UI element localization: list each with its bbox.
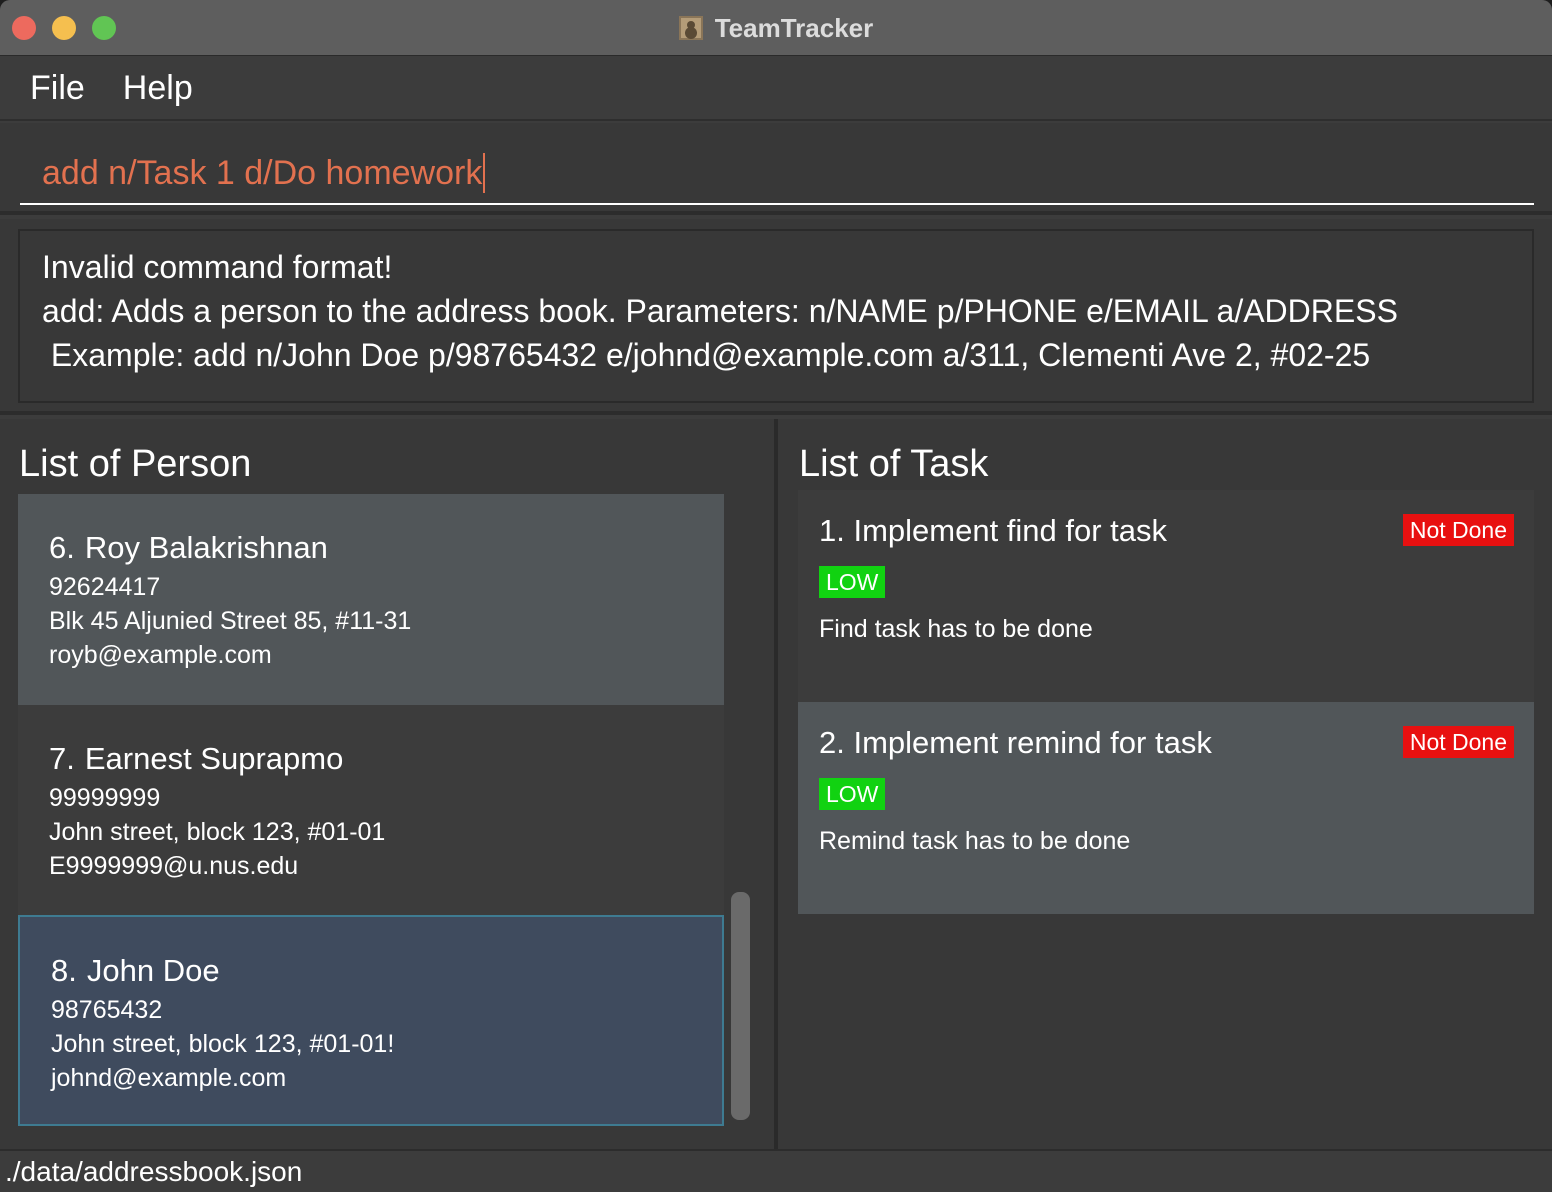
result-line: Example: add n/John Doe p/98765432 e/joh… xyxy=(42,337,1371,373)
person-phone: 99999999 xyxy=(49,784,161,812)
person-card[interactable]: 6. Roy Balakrishnan 92624417 Blk 45 Aljun… xyxy=(18,494,724,705)
save-location-path: ./data/addressbook.json xyxy=(5,1155,303,1187)
person-list-title: List of Person xyxy=(19,443,252,485)
task-status-badge: Not Done xyxy=(1402,514,1514,546)
person-index: 8. xyxy=(51,953,77,988)
task-priority-badge: LOW xyxy=(819,778,886,810)
result-display: Invalid command format! add: Adds a pers… xyxy=(0,219,1552,415)
person-phone: 92624417 xyxy=(49,573,161,601)
menu-help[interactable]: Help xyxy=(123,69,193,108)
person-address: John street, block 123, #01-01! xyxy=(51,1030,395,1058)
menu-bar: File Help xyxy=(0,57,1552,121)
menu-file[interactable]: File xyxy=(30,69,85,108)
title-group: TeamTracker xyxy=(0,0,1552,56)
person-name: John Doe xyxy=(86,953,220,988)
person-address: Blk 45 Aljunied Street 85, #11-31 xyxy=(49,607,412,635)
task-description: Remind task has to be done xyxy=(819,827,1131,855)
title-bar[interactable]: TeamTracker xyxy=(0,0,1552,56)
text-caret xyxy=(483,153,486,193)
result-line: Invalid command format! xyxy=(42,249,393,285)
person-index: 7. xyxy=(49,741,75,776)
result-line: add: Adds a person to the address book. … xyxy=(42,293,1398,329)
app-window: TeamTracker File Help add n/Task 1 d/Do … xyxy=(0,0,1552,1192)
list-panels: List of Person 6. Roy Balakrishnan 926244… xyxy=(0,419,1552,1149)
window-title: TeamTracker xyxy=(714,12,874,43)
task-status-badge: Not Done xyxy=(1402,726,1514,758)
person-card[interactable]: 7. Earnest Suprapmo 99999999 John street,… xyxy=(18,705,724,916)
person-email: royb@example.com xyxy=(49,641,272,669)
task-description: Find task has to be done xyxy=(819,615,1093,643)
person-phone: 98765432 xyxy=(51,996,163,1024)
command-input[interactable]: add n/Task 1 d/Do homework xyxy=(20,143,1534,205)
task-list-title: List of Task xyxy=(799,443,989,485)
result-text-area[interactable]: Invalid command format! add: Adds a pers… xyxy=(18,229,1534,403)
person-card-selected[interactable]: 8. John Doe 98765432 John street, block 1… xyxy=(18,915,724,1126)
task-card[interactable]: 1. Implement find for task Not Done LOW … xyxy=(798,490,1534,702)
person-address: John street, block 123, #01-01 xyxy=(49,818,386,846)
person-name: Earnest Suprapmo xyxy=(84,741,344,776)
task-card[interactable]: 2. Implement remind for task Not Done LO… xyxy=(798,702,1534,914)
person-list-scrollbar[interactable] xyxy=(731,892,750,1120)
command-input-text: add n/Task 1 d/Do homework xyxy=(42,153,483,192)
person-index: 6. xyxy=(49,530,75,565)
panel-divider xyxy=(774,419,778,1149)
address-book-icon xyxy=(678,16,703,40)
status-bar: ./data/addressbook.json xyxy=(0,1149,1552,1192)
person-email: E9999999@u.nus.edu xyxy=(49,852,299,880)
person-name: Roy Balakrishnan xyxy=(84,530,328,565)
person-email: johnd@example.com xyxy=(51,1064,287,1092)
task-priority-badge: LOW xyxy=(819,566,886,598)
command-box: add n/Task 1 d/Do homework xyxy=(0,123,1552,215)
